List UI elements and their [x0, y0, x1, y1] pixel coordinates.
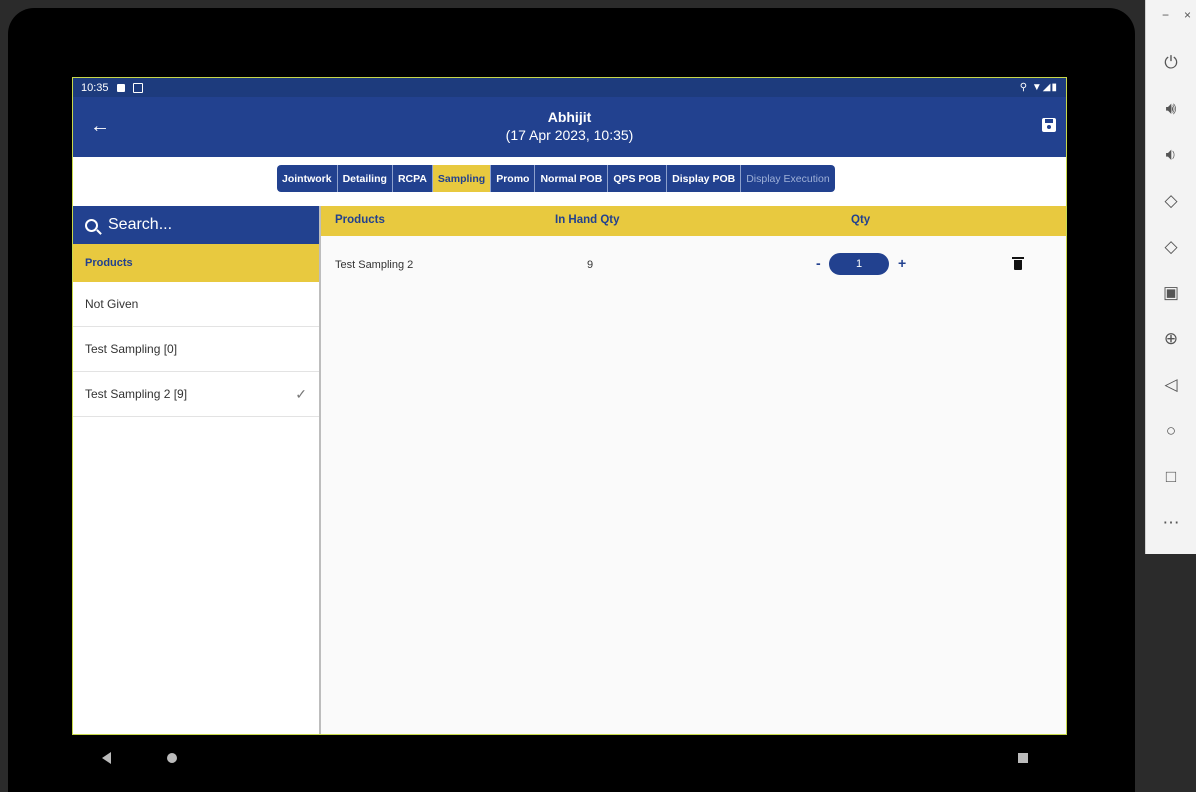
camera-icon[interactable]: ▣ [1160, 282, 1182, 304]
app-screen: 10:35 ⚲ ▼◢▮ ← Abhijit (17 Apr 2023, 10:3… [72, 77, 1067, 735]
list-item-label: Not Given [85, 297, 139, 311]
table-row: Test Sampling 2 9 - 1 + [321, 236, 1066, 296]
minimize-button[interactable]: − [1162, 8, 1169, 22]
tab-promo[interactable]: Promo [491, 165, 536, 192]
app-bar: ← Abhijit (17 Apr 2023, 10:35) [73, 97, 1066, 157]
status-time: 10:35 [81, 81, 109, 94]
title-name: Abhijit [547, 109, 592, 125]
emulator-toolbar: − × ⏻ 🔊︎ 🔉︎ ◇ ◇ ▣ ⊕ ◁ ○ □ ⋯ [1145, 0, 1196, 554]
quantity-value: 1 [855, 258, 863, 270]
tab-bar: Jointwork Detailing RCPA Sampling Promo Norma… [277, 165, 835, 192]
list-item[interactable]: Not Given [73, 282, 319, 327]
tab-qps-pob[interactable]: QPS POB [608, 165, 668, 192]
back-icon[interactable]: ◁ [1160, 374, 1182, 396]
nav-recents-icon[interactable] [1018, 753, 1028, 763]
tab-detailing[interactable]: Detailing [338, 165, 393, 192]
table-header: Products In Hand Qty Qty [321, 206, 1066, 236]
sampling-table: Products In Hand Qty Qty Test Sampling 2… [321, 206, 1066, 734]
tab-sampling[interactable]: Sampling [432, 165, 492, 192]
home-icon[interactable]: ○ [1160, 420, 1182, 442]
tab-display-pob[interactable]: Display POB [667, 165, 742, 192]
power-icon[interactable]: ⏻ [1160, 52, 1182, 74]
volume-down-icon[interactable]: 🔉︎ [1160, 144, 1182, 166]
checkmark-icon: ✓ [295, 385, 307, 402]
increment-button[interactable]: + [898, 255, 906, 271]
nav-back-icon[interactable] [102, 752, 111, 764]
tab-jointwork[interactable]: Jointwork [277, 165, 338, 192]
status-bar: 10:35 ⚲ ▼◢▮ [73, 78, 1066, 97]
col-products: Products [335, 214, 385, 226]
trash-icon[interactable] [1012, 257, 1024, 270]
list-item[interactable]: Test Sampling [0] [73, 327, 319, 372]
col-in-hand: In Hand Qty [555, 214, 620, 226]
system-nav-bar [72, 735, 1067, 781]
tab-display-execution[interactable]: Display Execution [741, 165, 834, 192]
more-icon[interactable]: ⋯ [1160, 512, 1182, 534]
close-button[interactable]: × [1184, 8, 1191, 22]
list-item[interactable]: Test Sampling 2 [9] ✓ [73, 372, 319, 417]
overview-icon[interactable]: □ [1160, 466, 1182, 488]
nav-home-icon[interactable] [167, 753, 177, 763]
rotate-right-icon[interactable]: ◇ [1160, 236, 1182, 258]
storage-icon [132, 82, 143, 93]
volume-up-icon[interactable]: 🔊︎ [1160, 98, 1182, 120]
list-header: Products [73, 244, 319, 282]
save-icon[interactable] [1042, 118, 1056, 132]
search-icon [85, 218, 98, 232]
tab-normal-pob[interactable]: Normal POB [535, 165, 609, 192]
notification-icon [116, 83, 125, 92]
page-title: Abhijit (17 Apr 2023, 10:35) [73, 108, 1066, 144]
product-list: Not Given Test Sampling [0] Test Sampling … [73, 282, 319, 417]
tab-rcpa[interactable]: RCPA [393, 165, 433, 192]
list-item-label: Test Sampling 2 [9] [85, 387, 188, 401]
status-icons: ⚲ ▼◢▮ [1019, 82, 1058, 93]
product-list-panel: Search... Products Not Given Test Samplin… [73, 206, 321, 734]
quantity-field[interactable]: 1 [829, 253, 889, 275]
row-in-hand: 9 [587, 259, 594, 271]
row-product: Test Sampling 2 [335, 259, 414, 271]
rotate-left-icon[interactable]: ◇ [1160, 190, 1182, 212]
tab-bar-container: Jointwork Detailing RCPA Sampling Promo Norma… [73, 157, 1066, 206]
zoom-icon[interactable]: ⊕ [1160, 328, 1182, 350]
search-input[interactable]: Search... [73, 206, 319, 244]
search-placeholder: Search... [108, 216, 173, 233]
decrement-button[interactable]: - [816, 255, 821, 271]
title-date: (17 Apr 2023, 10:35) [505, 127, 634, 143]
col-qty: Qty [851, 214, 871, 226]
list-item-label: Test Sampling [0] [85, 342, 178, 356]
